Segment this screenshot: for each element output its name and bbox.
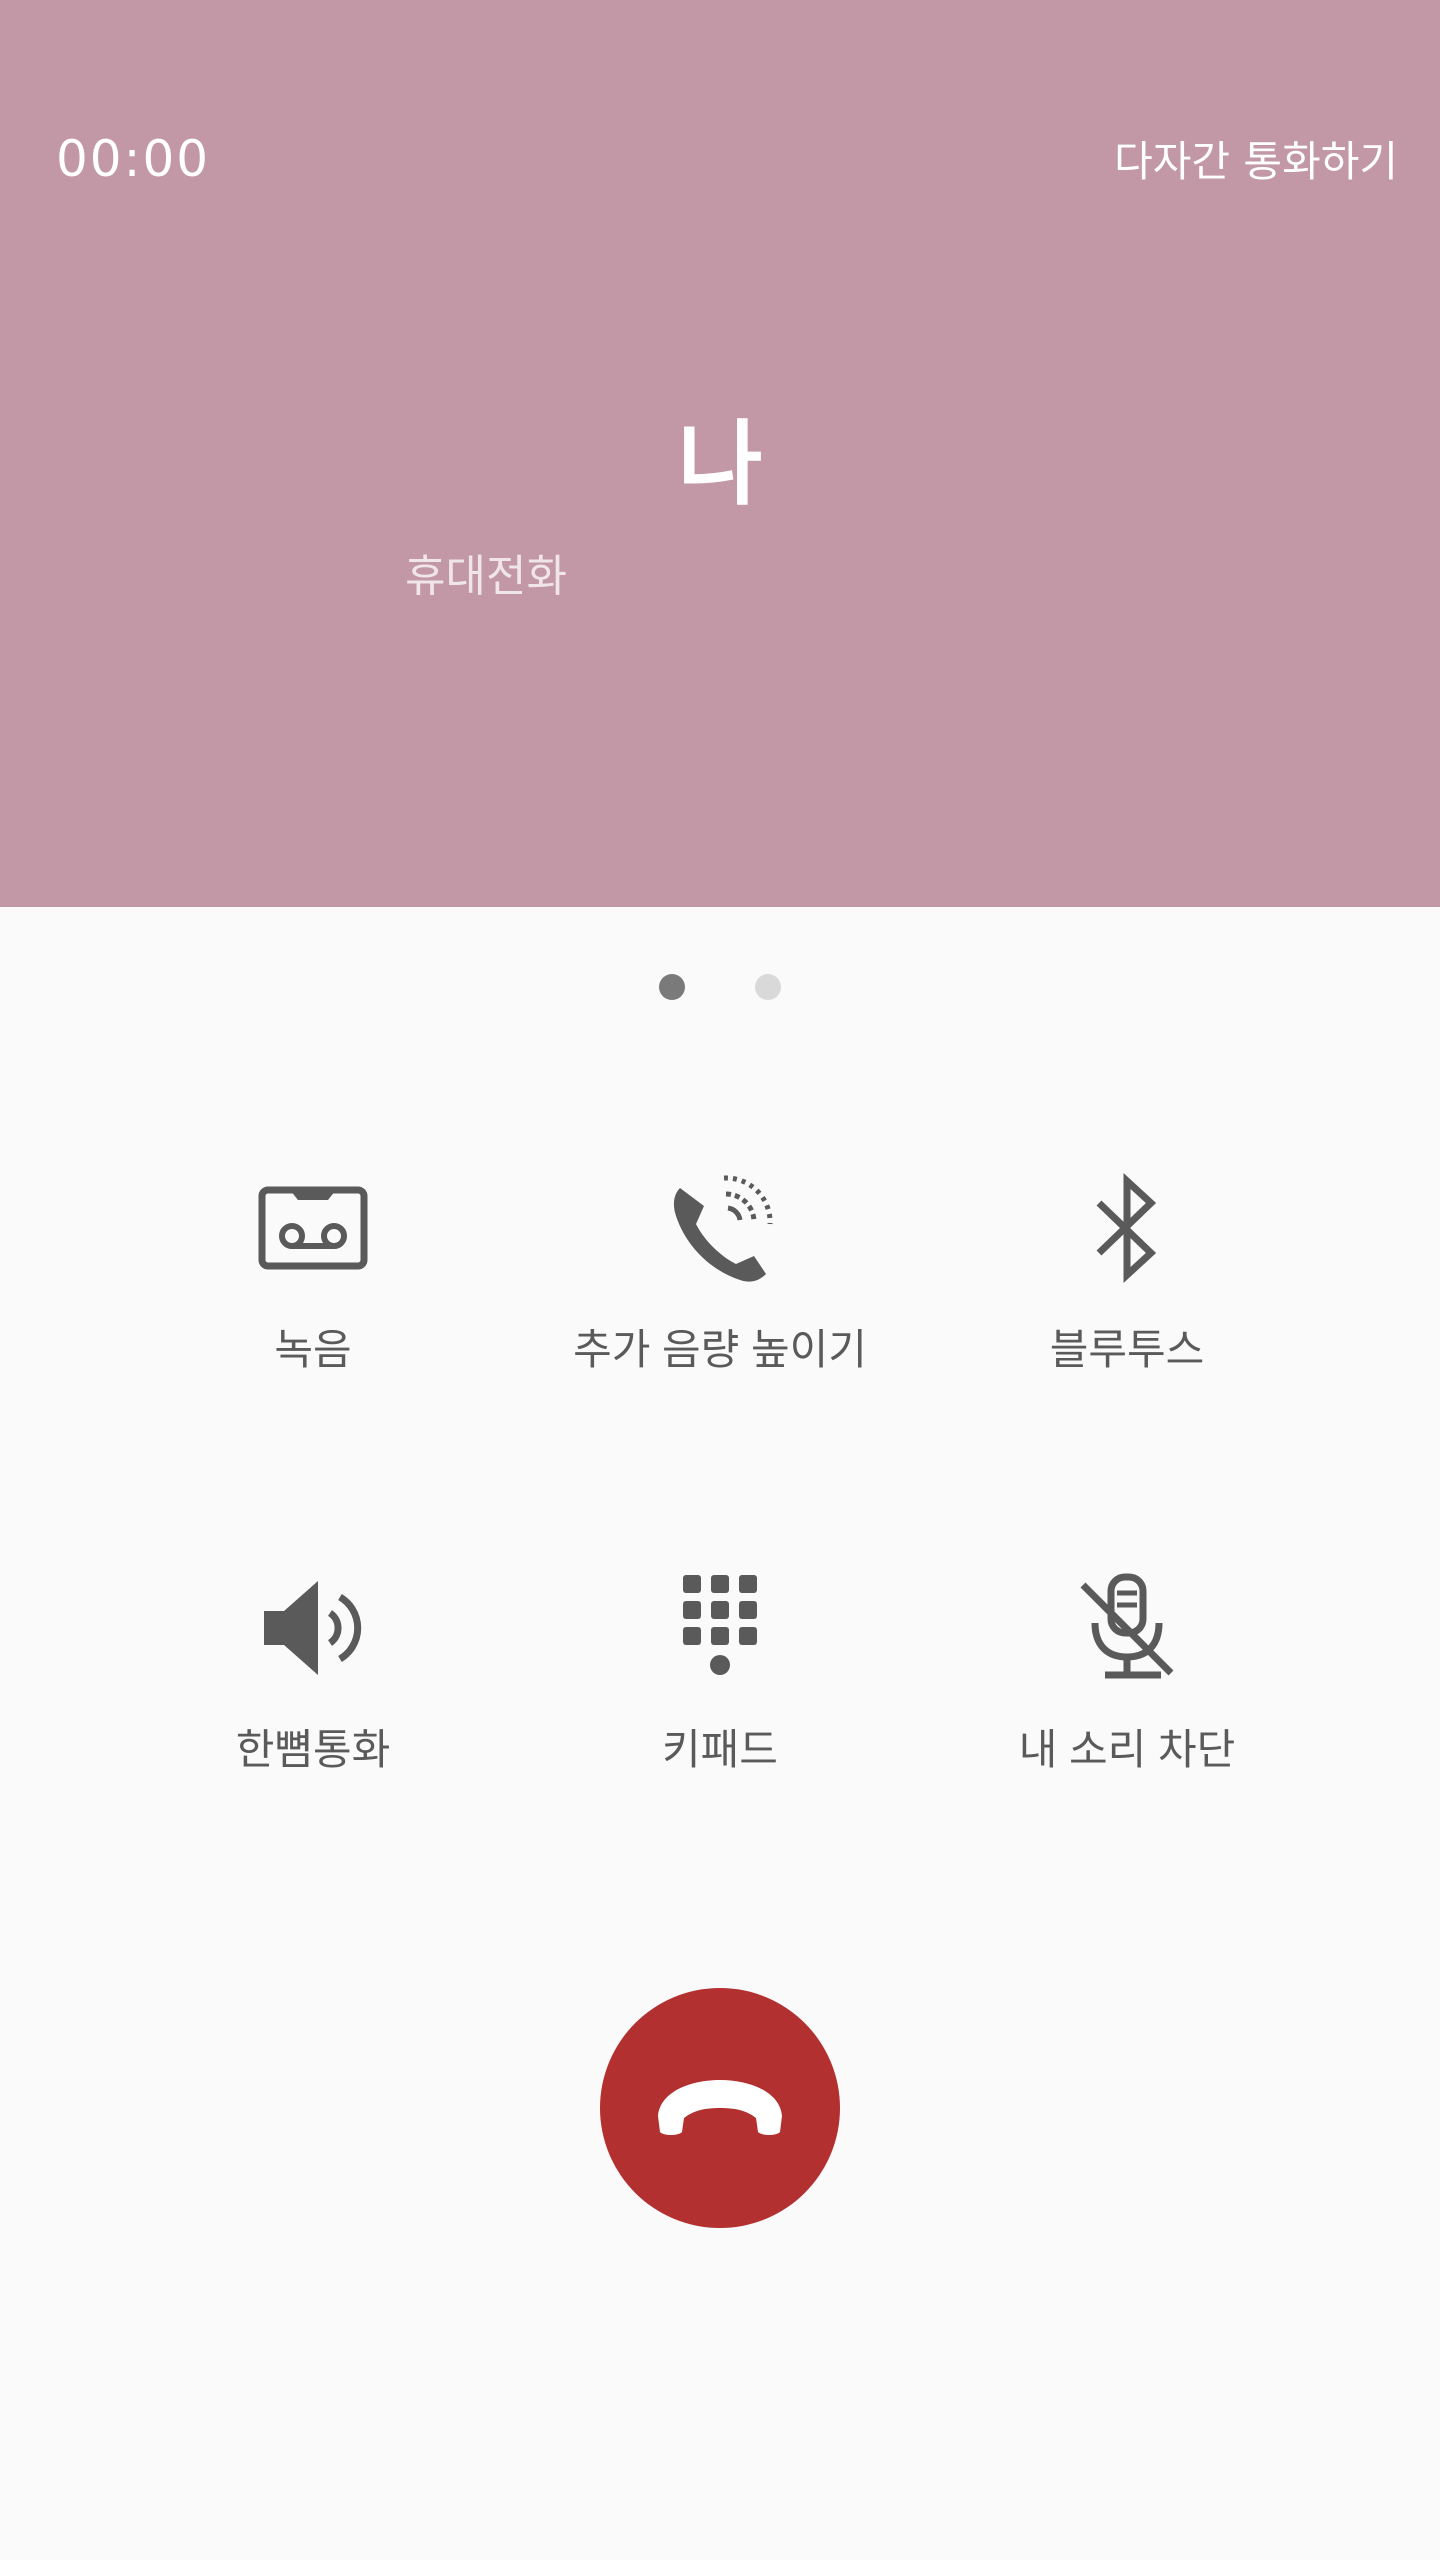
speaker-button[interactable]: 한뼘통화 <box>133 1568 493 1777</box>
end-call-button[interactable] <box>600 1988 840 2228</box>
phone-volume-boost-icon <box>660 1168 780 1288</box>
keypad-icon <box>660 1568 780 1688</box>
call-header: 00:00 다자간 통화하기 나 휴대전화 <box>0 0 1440 907</box>
cassette-record-icon <box>253 1168 373 1288</box>
speaker-label: 한뼘통화 <box>235 1726 391 1773</box>
page-dot-1[interactable] <box>659 974 685 1000</box>
extra-volume-button[interactable]: 추가 음량 높이기 <box>540 1168 900 1377</box>
speaker-icon <box>253 1568 373 1688</box>
caller-number-type: 휴대전화 <box>405 551 567 602</box>
record-button[interactable]: 녹음 <box>133 1168 493 1377</box>
bluetooth-label: 블루투스 <box>1049 1326 1205 1373</box>
bluetooth-icon <box>1067 1168 1187 1288</box>
end-call-icon <box>650 2072 790 2145</box>
conference-call-button[interactable]: 다자간 통화하기 <box>1114 128 1398 189</box>
record-label: 녹음 <box>274 1326 352 1373</box>
page-dot-2[interactable] <box>755 974 781 1000</box>
caller-name: 나 <box>677 411 763 518</box>
keypad-button[interactable]: 키패드 <box>540 1568 900 1777</box>
extra-volume-label: 추가 음량 높이기 <box>573 1326 867 1373</box>
mute-label: 내 소리 차단 <box>1018 1726 1236 1773</box>
page-indicator <box>0 974 1440 1000</box>
mic-mute-icon <box>1067 1568 1187 1688</box>
mute-button[interactable]: 내 소리 차단 <box>947 1568 1307 1777</box>
call-timer: 00:00 <box>56 130 211 188</box>
keypad-label: 키패드 <box>662 1726 778 1773</box>
bluetooth-button[interactable]: 블루투스 <box>947 1168 1307 1377</box>
